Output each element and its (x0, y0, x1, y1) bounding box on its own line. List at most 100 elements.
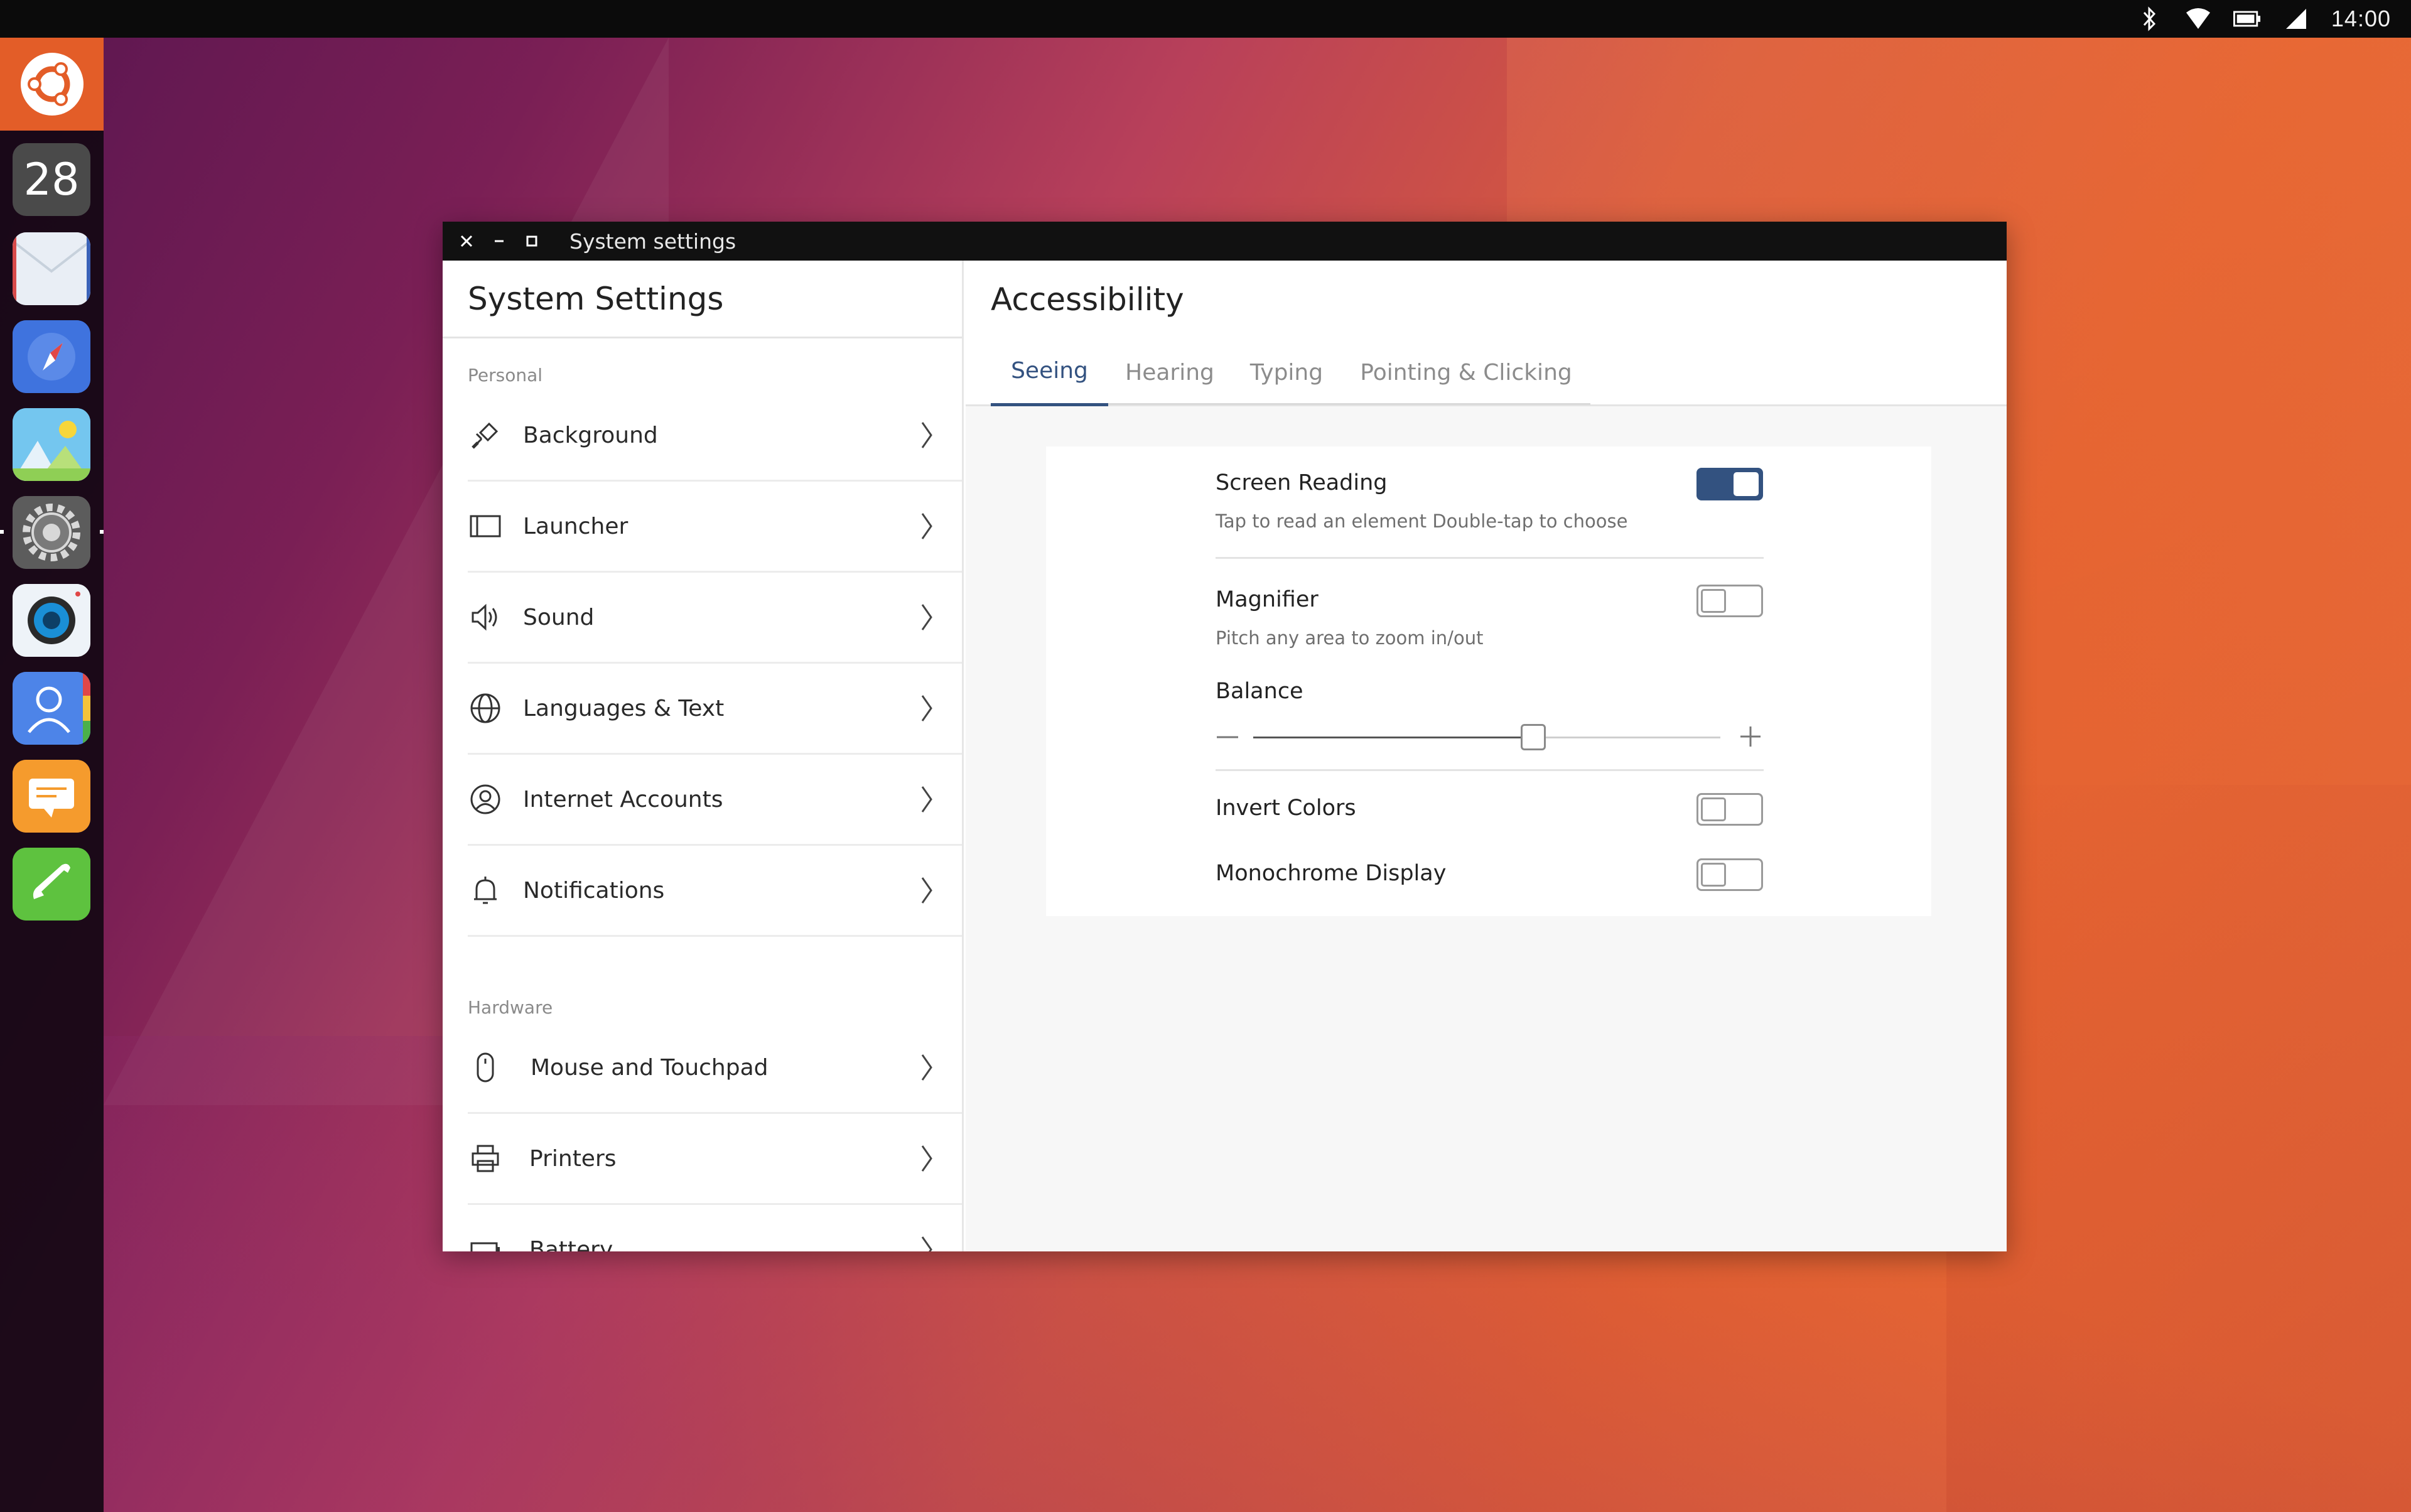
toggle-knob (1701, 589, 1726, 613)
gallery-icon (13, 408, 90, 481)
toggle-knob (1701, 797, 1726, 821)
balance-slider-fill (1253, 737, 1534, 738)
close-button[interactable] (450, 222, 483, 261)
monochrome-display-label: Monochrome Display (1216, 861, 1447, 886)
dash-home-button[interactable] (0, 38, 104, 131)
settings-item-label: Mouse and Touchpad (531, 1054, 769, 1081)
camera-icon (13, 584, 90, 657)
settings-item-sound[interactable]: Sound (468, 573, 962, 664)
system-settings-window: System settings System Settings Personal… (443, 222, 2007, 1251)
speaker-icon (468, 600, 503, 635)
balance-slider-thumb[interactable] (1521, 724, 1546, 750)
settings-item-label: Internet Accounts (523, 786, 723, 813)
magnifier-description: Pitch any area to zoom in/out (1216, 627, 1484, 649)
divider (1216, 769, 1764, 771)
monochrome-display-toggle[interactable] (1696, 858, 1763, 891)
screen-reading-description: Tap to read an element Double-tap to cho… (1216, 510, 1628, 532)
tab-seeing[interactable]: Seeing (991, 338, 1108, 406)
mouse-icon (468, 1050, 503, 1085)
chevron-right-icon (921, 513, 932, 539)
clock[interactable]: 14:00 (2331, 6, 2391, 32)
phone-icon (13, 848, 90, 921)
screen-reading-label: Screen Reading (1216, 470, 1388, 495)
magnifier-toggle[interactable] (1696, 585, 1763, 617)
settings-item-languages[interactable]: Languages & Text (468, 664, 962, 755)
account-icon (468, 782, 503, 817)
tab-bar: Seeing Hearing Typing Pointing & Clickin… (966, 338, 2007, 406)
chevron-right-icon (921, 695, 932, 721)
ubuntu-logo-icon (20, 53, 84, 116)
section-label-personal: Personal (468, 365, 543, 386)
bell-icon (468, 873, 503, 908)
battery-icon[interactable] (2233, 5, 2261, 33)
settings-list-pane: System Settings Personal Background Laun… (443, 261, 964, 1251)
contacts-app[interactable] (13, 672, 90, 745)
settings-item-background[interactable]: Background (468, 391, 962, 482)
system-settings-app[interactable] (13, 496, 90, 569)
tab-typing[interactable]: Typing (1231, 338, 1342, 406)
seeing-settings-panel: Screen Reading Tap to read an element Do… (1046, 446, 1931, 916)
invert-colors-label: Invert Colors (1216, 796, 1356, 821)
window-titlebar[interactable]: System settings (443, 222, 2007, 261)
toggle-knob (1734, 472, 1759, 496)
browser-app[interactable] (13, 320, 90, 393)
window-title: System settings (569, 229, 736, 254)
settings-item-launcher[interactable]: Launcher (468, 482, 962, 573)
accessibility-pane: Accessibility Seeing Hearing Typing Poin… (966, 261, 2007, 1251)
left-header: System Settings (443, 261, 962, 338)
message-icon (13, 760, 90, 833)
page-title: System Settings (468, 280, 724, 317)
gallery-app[interactable] (13, 408, 90, 481)
invert-colors-toggle[interactable] (1696, 793, 1763, 826)
settings-item-mouse-touchpad[interactable]: Mouse and Touchpad (468, 1023, 962, 1114)
section-title: Accessibility (991, 281, 1184, 318)
settings-item-printers[interactable]: Printers (468, 1114, 962, 1205)
brush-icon (468, 418, 503, 453)
signal-icon[interactable] (2282, 5, 2310, 33)
maximize-button[interactable] (515, 222, 548, 261)
mail-app[interactable] (13, 232, 90, 305)
plus-icon[interactable] (1739, 725, 1762, 748)
minimize-icon (495, 240, 504, 242)
settings-item-notifications[interactable]: Notifications (468, 846, 962, 937)
screen-reading-toggle[interactable] (1696, 468, 1763, 500)
bluetooth-icon[interactable] (2135, 5, 2163, 33)
wifi-icon[interactable] (2184, 5, 2212, 33)
balance-label: Balance (1216, 679, 1303, 704)
battery-icon (468, 1232, 503, 1251)
top-panel: 14:00 (0, 0, 2411, 38)
chevron-right-icon (921, 604, 932, 630)
compass-icon (13, 320, 90, 393)
mail-icon (13, 232, 90, 305)
chevron-right-icon (921, 1054, 932, 1081)
settings-item-battery[interactable]: Battery (468, 1205, 962, 1251)
minus-icon[interactable] (1216, 729, 1239, 745)
tab-hearing[interactable]: Hearing (1108, 338, 1231, 406)
magnifier-label: Magnifier (1216, 587, 1319, 612)
printer-icon (468, 1141, 503, 1176)
camera-app[interactable] (13, 584, 90, 657)
focused-indicator (100, 530, 104, 534)
divider (1216, 557, 1764, 559)
balance-slider-track[interactable] (1253, 737, 1720, 738)
maximize-icon (526, 235, 537, 247)
section-label-hardware: Hardware (468, 997, 553, 1018)
calendar-date: 28 (23, 154, 80, 205)
gear-icon (13, 496, 90, 569)
running-indicator (0, 530, 4, 534)
messaging-app[interactable] (13, 760, 90, 833)
launcher-icon (468, 509, 503, 544)
toggle-knob (1701, 863, 1726, 887)
chevron-right-icon (921, 422, 932, 448)
close-icon (460, 235, 473, 247)
chevron-right-icon (921, 786, 932, 813)
tab-pointing-clicking[interactable]: Pointing & Clicking (1342, 338, 1590, 406)
settings-item-internet-accounts[interactable]: Internet Accounts (468, 755, 962, 846)
minimize-button[interactable] (483, 222, 515, 261)
contacts-icon (13, 672, 90, 745)
right-header: Accessibility (966, 261, 2007, 338)
phone-app[interactable] (13, 848, 90, 921)
calendar-app[interactable]: 28 (13, 143, 90, 216)
settings-item-label: Background (523, 422, 658, 448)
chevron-right-icon (921, 1236, 932, 1251)
